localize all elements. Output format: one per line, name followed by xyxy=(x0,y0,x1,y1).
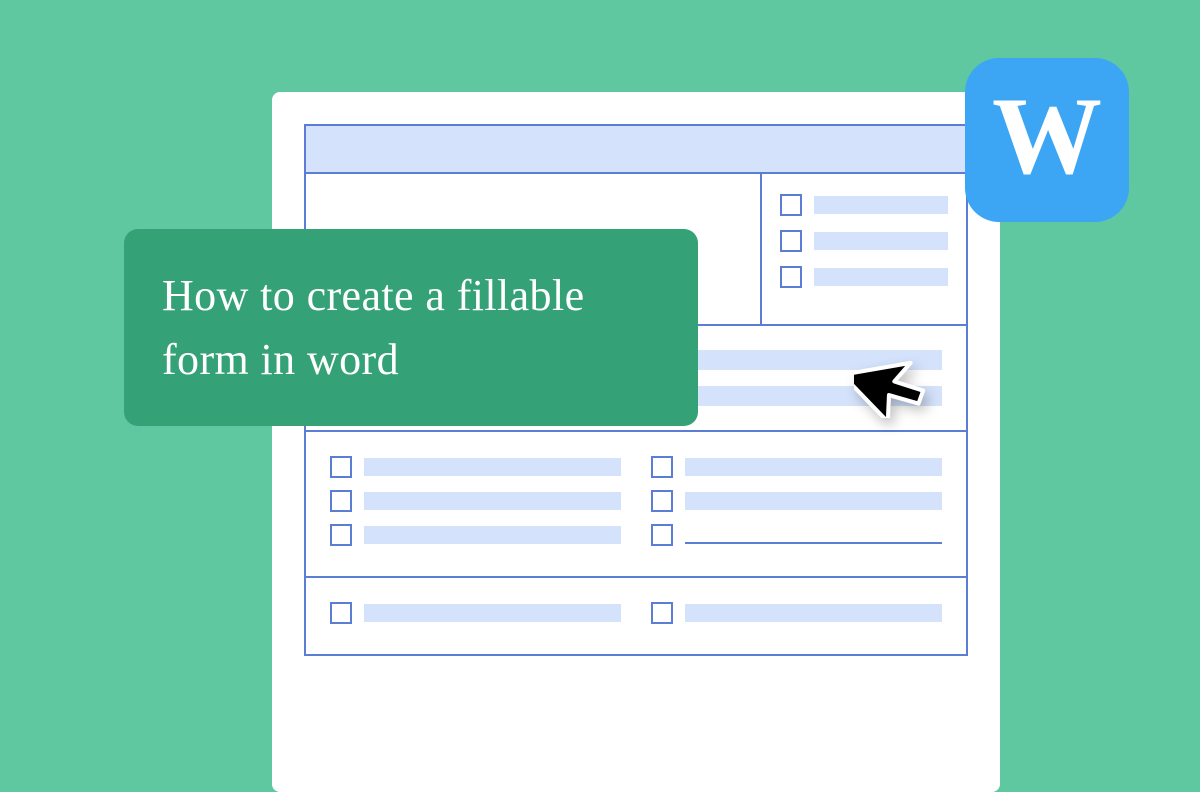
checkbox-row xyxy=(330,524,621,546)
checkbox-row xyxy=(330,456,621,478)
form-header-bar xyxy=(306,126,966,174)
checkbox-icon xyxy=(780,194,802,216)
form-columns-block xyxy=(306,578,966,654)
line-placeholder xyxy=(364,492,621,510)
checkbox-row xyxy=(651,524,942,546)
form-column-left xyxy=(330,456,621,558)
checkbox-row xyxy=(780,194,948,216)
checkbox-row xyxy=(330,490,621,512)
form-column-right xyxy=(651,602,942,636)
checkbox-row xyxy=(780,230,948,252)
checkbox-icon xyxy=(651,490,673,512)
line-placeholder xyxy=(364,458,621,476)
checkbox-row xyxy=(651,602,942,624)
form-column-left xyxy=(330,602,621,636)
checkbox-row xyxy=(330,602,621,624)
line-placeholder xyxy=(814,268,948,286)
checkbox-row xyxy=(780,266,948,288)
checkbox-icon xyxy=(651,456,673,478)
title-card: How to create a fillable form in word xyxy=(124,229,698,426)
checkbox-icon xyxy=(330,490,352,512)
cursor-icon xyxy=(854,336,932,418)
checkbox-icon xyxy=(651,602,673,624)
checkbox-icon xyxy=(780,230,802,252)
checkbox-icon xyxy=(330,524,352,546)
checkbox-icon xyxy=(330,456,352,478)
line-placeholder xyxy=(814,196,948,214)
word-letter: W xyxy=(992,81,1102,191)
checkbox-row xyxy=(651,490,942,512)
form-column-right xyxy=(651,456,942,558)
checkbox-icon xyxy=(780,266,802,288)
line-placeholder xyxy=(685,492,942,510)
line-placeholder xyxy=(685,604,942,622)
line-placeholder xyxy=(364,604,621,622)
checkbox-icon xyxy=(651,524,673,546)
word-app-badge: W xyxy=(965,58,1129,222)
form-right-pane xyxy=(760,174,966,324)
form-columns-block xyxy=(306,432,966,578)
line-placeholder xyxy=(685,458,942,476)
line-placeholder xyxy=(364,526,621,544)
document-illustration xyxy=(272,92,1000,792)
title-text: How to create a fillable form in word xyxy=(162,264,660,392)
line-placeholder xyxy=(814,232,948,250)
underline-placeholder xyxy=(685,526,942,544)
checkbox-icon xyxy=(330,602,352,624)
checkbox-row xyxy=(651,456,942,478)
